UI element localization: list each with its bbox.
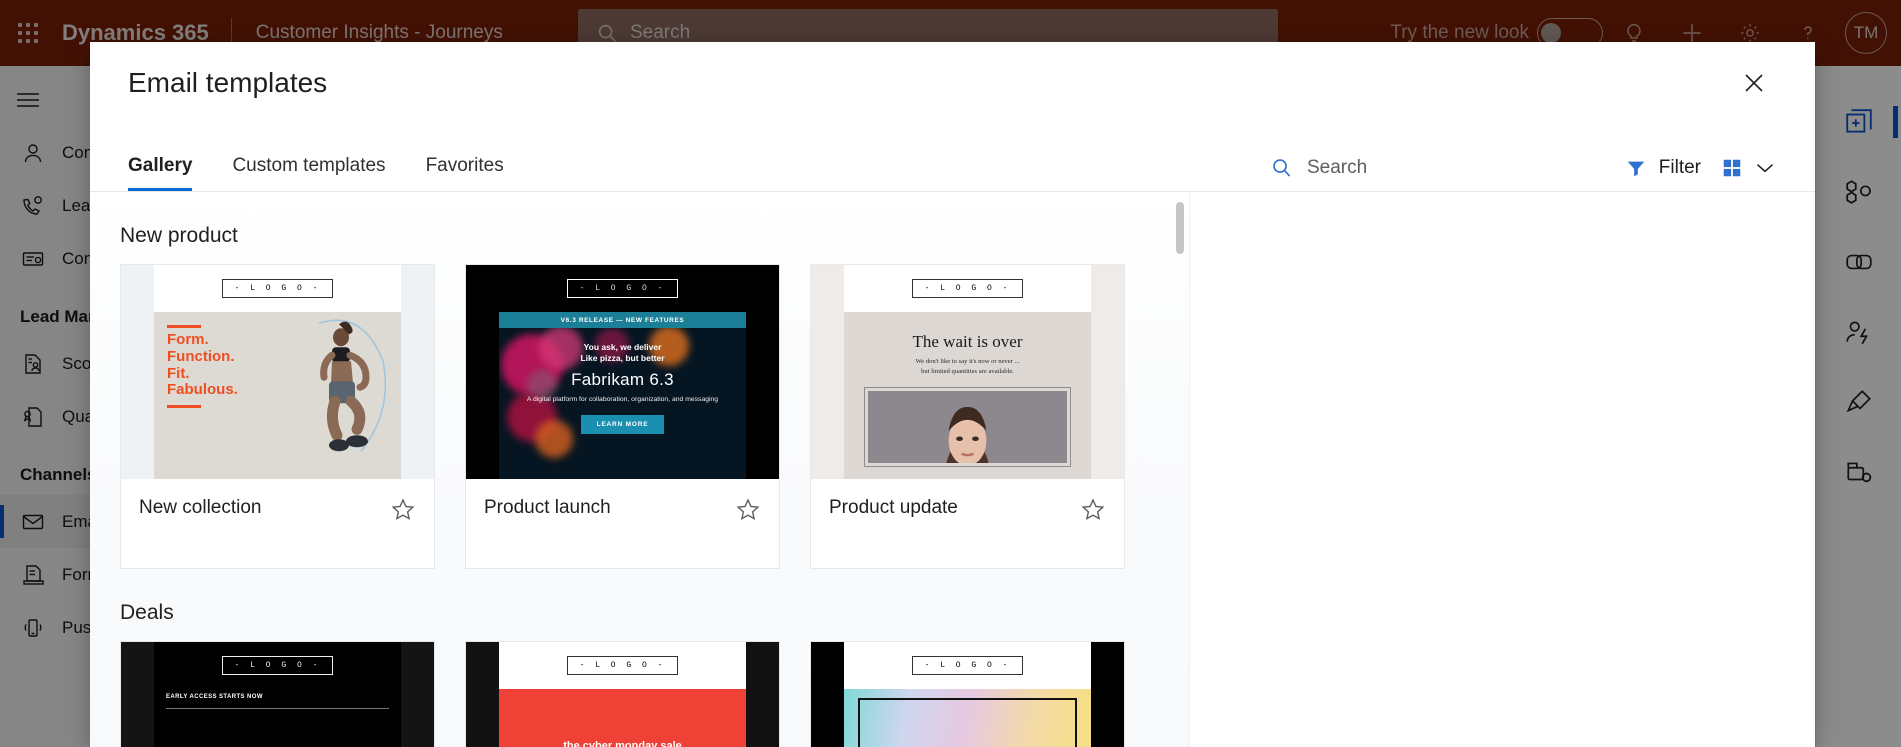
template-thumbnail: - L O G O - (811, 642, 1124, 747)
template-card-row: - L O G O - Form. Function. Fit. Fabulou… (90, 264, 1189, 569)
favorite-star-icon[interactable] (390, 497, 416, 528)
template-tabs: Gallery Custom templates Favorites (128, 155, 504, 191)
logo-placeholder: - L O G O - (911, 656, 1024, 675)
template-thumbnail: - L O G O - The wait is over We don't li… (811, 265, 1124, 479)
logo-placeholder: - L O G O - (566, 656, 679, 675)
template-card-product-launch[interactable]: - L O G O - V6.3 RELEASE — NEW FEATURES (465, 264, 780, 569)
template-card-product-update[interactable]: - L O G O - The wait is over We don't li… (810, 264, 1125, 569)
page-title: Email templates (128, 67, 328, 98)
thumbnail-banner: V6.3 RELEASE — NEW FEATURES (499, 312, 746, 328)
thumbnail-headline: Form. Function. Fit. Fabulous. (167, 322, 238, 409)
template-card-gradient-deal[interactable]: - L O G O - (810, 641, 1125, 747)
thumbnail-cta: LEARN MORE (580, 414, 665, 434)
dialog-toolbar: Gallery Custom templates Favorites Searc… (90, 124, 1815, 192)
template-name: Product update (829, 496, 958, 518)
thumbnail-headline: the cyber monday sale (499, 689, 746, 747)
template-search-input[interactable]: Search (1270, 156, 1367, 179)
template-card-row: - L O G O - EARLY ACCESS STARTS NOW - L … (90, 641, 1189, 747)
close-icon (1745, 74, 1763, 92)
logo-placeholder: - L O G O - (566, 279, 679, 298)
dialog-header: Email templates (90, 42, 1815, 124)
model-photo-illustration (868, 390, 1067, 463)
fitness-figure-illustration (318, 319, 387, 452)
chevron-down-icon (1757, 164, 1773, 173)
tab-favorites[interactable]: Favorites (426, 155, 504, 191)
section-title-deals: Deals (120, 601, 174, 624)
template-card-footer: New collection (121, 479, 434, 569)
gallery-scrollbar[interactable] (1176, 202, 1184, 254)
thumbnail-subline: We don't like to say it's now or never .… (915, 358, 1020, 375)
template-card-new-collection[interactable]: - L O G O - Form. Function. Fit. Fabulou… (120, 264, 435, 569)
thumbnail-headline: The wait is over (912, 332, 1023, 351)
logo-placeholder: - L O G O - (911, 279, 1024, 298)
template-card-cyber-monday[interactable]: - L O G O - the cyber monday sale (465, 641, 780, 747)
thumbnail-headline: EARLY ACCESS STARTS NOW (166, 694, 263, 700)
favorite-star-icon[interactable] (735, 497, 761, 528)
template-card-footer: Product update (811, 479, 1124, 569)
section-title-new-product: New product (120, 224, 238, 247)
template-thumbnail: - L O G O - the cyber monday sale (466, 642, 779, 747)
template-preview-pane (1190, 192, 1815, 747)
toolbar-right-cluster: Filter (1625, 157, 1775, 179)
template-thumbnail: - L O G O - V6.3 RELEASE — NEW FEATURES (466, 265, 779, 479)
filter-icon (1627, 161, 1645, 177)
template-thumbnail: - L O G O - EARLY ACCESS STARTS NOW (121, 642, 434, 747)
email-templates-dialog: Email templates Gallery Custom templates… (90, 42, 1815, 747)
logo-placeholder: - L O G O - (221, 656, 334, 675)
filter-label: Filter (1658, 157, 1701, 178)
template-search-placeholder: Search (1307, 156, 1368, 178)
template-card-footer: Product launch (466, 479, 779, 569)
tab-custom-templates[interactable]: Custom templates (232, 155, 385, 191)
logo-placeholder: - L O G O - (221, 279, 334, 298)
filter-button[interactable]: Filter (1625, 157, 1701, 179)
dialog-body: New product - L O G O - Form. Function. (90, 192, 1815, 747)
search-icon (1273, 159, 1291, 177)
tab-gallery[interactable]: Gallery (128, 155, 193, 191)
close-button[interactable] (1733, 62, 1775, 104)
template-name: New collection (139, 496, 262, 518)
template-gallery: New product - L O G O - Form. Function. (90, 192, 1190, 747)
thumbnail-content: You ask, we deliver Like pizza, but bett… (499, 328, 746, 479)
template-thumbnail: - L O G O - Form. Function. Fit. Fabulou… (121, 265, 434, 479)
view-switcher-button[interactable] (1721, 157, 1775, 179)
grid-view-icon (1723, 159, 1741, 177)
template-name: Product launch (484, 496, 611, 518)
template-card-early-access[interactable]: - L O G O - EARLY ACCESS STARTS NOW (120, 641, 435, 747)
favorite-star-icon[interactable] (1080, 497, 1106, 528)
